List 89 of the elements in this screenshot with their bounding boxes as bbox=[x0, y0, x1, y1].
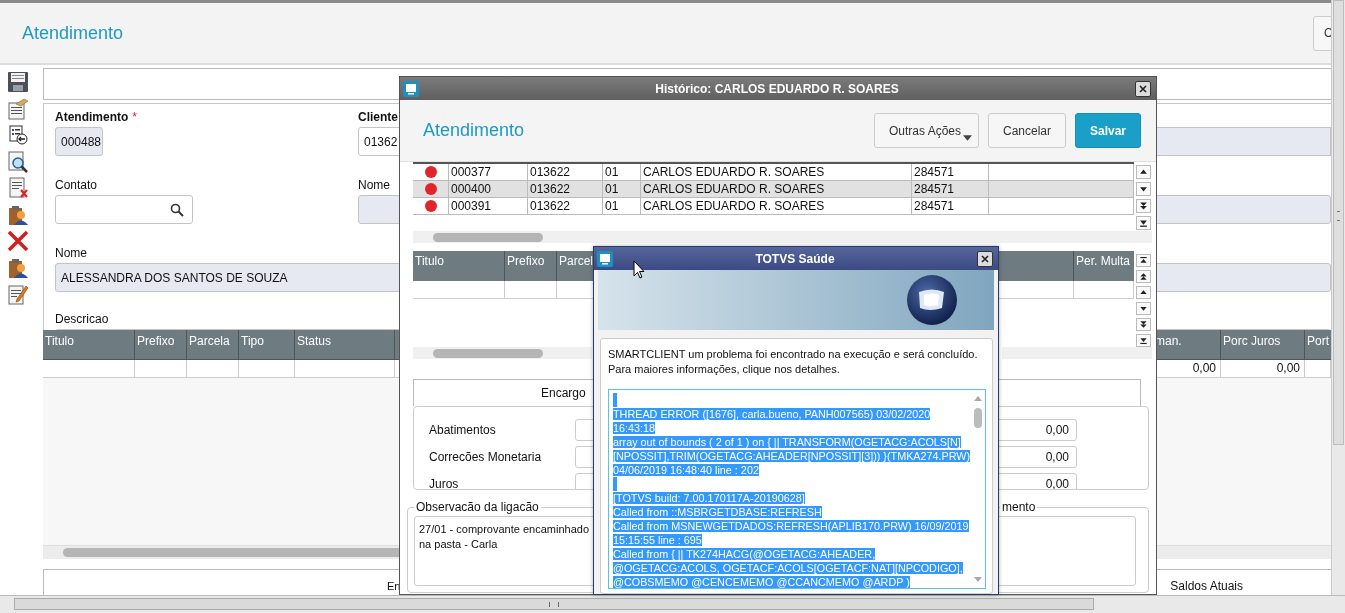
table-cell: 000391 bbox=[449, 198, 528, 214]
scroll-up-icon[interactable] bbox=[1136, 286, 1151, 299]
table-cell: CARLOS EDUARDO R. SOARES bbox=[641, 198, 912, 214]
error-message: Para maiores informações, clique nos detalhes. bbox=[608, 362, 840, 377]
table-cell: CARLOS EDUARDO R. SOARES bbox=[641, 164, 912, 180]
field-label: Abatimentos bbox=[428, 422, 497, 437]
page-up-icon[interactable] bbox=[1136, 270, 1151, 283]
clipboard-person-icon[interactable] bbox=[6, 203, 29, 226]
scroll-end-icon[interactable] bbox=[1136, 334, 1151, 347]
scrollbar-thumb[interactable] bbox=[974, 408, 983, 428]
horizontal-scrollbar[interactable] bbox=[413, 231, 1152, 243]
column-header[interactable]: Prefixo bbox=[505, 251, 557, 281]
scroll-end-icon[interactable] bbox=[1136, 216, 1151, 230]
table-cell: 01 bbox=[603, 164, 641, 180]
monitor-icon bbox=[403, 80, 419, 97]
action-button[interactable]: Outras Ações bbox=[873, 113, 979, 148]
list-arrow-icon[interactable] bbox=[6, 124, 29, 146]
field-label: Atendimento bbox=[55, 110, 129, 124]
column-header[interactable]: Status bbox=[295, 330, 395, 359]
close-button[interactable] bbox=[977, 250, 993, 267]
contato-field[interactable] bbox=[55, 195, 193, 224]
action-button[interactable]: Cancelar bbox=[987, 113, 1066, 148]
field-label: Juros bbox=[428, 476, 460, 489]
table-cell: CARLOS EDUARDO R. SOARES bbox=[641, 181, 912, 197]
table-cell: 01 bbox=[603, 198, 641, 214]
table-cell: 013622 bbox=[528, 164, 603, 180]
scroll-up-icon[interactable] bbox=[1136, 165, 1151, 179]
action-button[interactable]: Salvar bbox=[1075, 113, 1141, 148]
close-button[interactable] bbox=[1135, 80, 1151, 97]
field-label: Nome bbox=[358, 178, 390, 192]
scroll-top-icon[interactable] bbox=[1136, 254, 1151, 267]
table-cell: 000377 bbox=[449, 164, 528, 180]
column-header[interactable]: Tipo bbox=[239, 330, 295, 359]
table-row[interactable]: 000391 013622 01 CARLOS EDUARDO R. SOARES 284571 bbox=[413, 198, 1134, 215]
search-icon[interactable] bbox=[170, 203, 184, 217]
dialog-title: Histórico: CARLOS EDUARDO R. SOARES bbox=[654, 81, 900, 96]
close-icon bbox=[1139, 84, 1147, 93]
page-down-icon[interactable] bbox=[1136, 199, 1151, 213]
atendimento-field[interactable]: 000488 bbox=[55, 127, 103, 156]
table-cell: 013622 bbox=[528, 181, 603, 197]
field-label: Cliente bbox=[358, 110, 398, 124]
field-label: Correcões Monetaria bbox=[428, 449, 543, 464]
column-header[interactable]: Parcela bbox=[187, 330, 239, 359]
table-cell: 013622 bbox=[528, 198, 603, 214]
save-icon[interactable] bbox=[6, 71, 29, 93]
table-row[interactable]: 000377 013622 01 CARLOS EDUARDO R. SOARES 284571 bbox=[413, 164, 1134, 181]
column-header[interactable]: Titulo bbox=[413, 251, 505, 281]
field-label: Contato bbox=[55, 178, 98, 192]
scroll-down-icon[interactable] bbox=[1136, 302, 1151, 315]
close-icon bbox=[981, 254, 989, 263]
vertical-scrollbar[interactable] bbox=[1331, 0, 1345, 595]
table-cell: 000400 bbox=[449, 181, 528, 197]
column-header[interactable]: Port bbox=[1305, 330, 1331, 359]
edit-icon[interactable] bbox=[6, 283, 29, 305]
tab[interactable]: Saldos Atuais bbox=[1170, 579, 1243, 593]
horizontal-scrollbar[interactable] bbox=[413, 347, 592, 359]
close-icon[interactable] bbox=[6, 230, 29, 252]
document-hand-icon[interactable] bbox=[6, 97, 29, 120]
search-document-icon[interactable] bbox=[6, 150, 29, 173]
caret-icon bbox=[962, 135, 972, 141]
column-header[interactable]: Per. Multa bbox=[1074, 251, 1134, 281]
table-cell: 01 bbox=[603, 181, 641, 197]
scroll-down-icon[interactable] bbox=[1136, 182, 1151, 196]
table-cell: 284571 bbox=[912, 181, 989, 197]
dialog-heading: Atendimento bbox=[423, 120, 525, 141]
group-legend: Observacão da ligacão bbox=[414, 500, 541, 514]
field-label: Nome bbox=[55, 246, 87, 260]
monitor-icon bbox=[597, 250, 613, 267]
dialog-title: TOTVS Saúde bbox=[754, 251, 836, 266]
document-delete-icon[interactable] bbox=[6, 177, 29, 199]
error-message: SMARTCLIENT um problema foi encontrado na execução e será concluído. bbox=[608, 347, 978, 362]
cursor-icon bbox=[633, 260, 645, 279]
column-header[interactable]: Titulo bbox=[43, 330, 135, 359]
required-mark: * bbox=[132, 110, 137, 124]
logo-icon bbox=[906, 274, 958, 326]
clipboard-person-icon[interactable] bbox=[6, 256, 29, 279]
table-cell: 284571 bbox=[912, 198, 989, 214]
table-cell: 0,00 bbox=[1221, 360, 1305, 377]
table-cell: 284571 bbox=[912, 164, 989, 180]
table-row[interactable]: 000400 013622 01 CARLOS EDUARDO R. SOARES 284571 bbox=[413, 181, 1134, 198]
field-label: Descricao bbox=[55, 312, 109, 326]
page-title: Atendimento bbox=[22, 22, 124, 44]
horizontal-scrollbar[interactable] bbox=[0, 595, 1345, 613]
details-field[interactable] bbox=[608, 389, 986, 589]
column-header[interactable]: Prefixo bbox=[135, 330, 187, 359]
column-header[interactable]: Porc Juros bbox=[1221, 330, 1305, 359]
scrollbar-track[interactable] bbox=[1002, 347, 1152, 359]
group-legend: mento bbox=[1000, 500, 1038, 514]
page-down-icon[interactable] bbox=[1136, 318, 1151, 331]
